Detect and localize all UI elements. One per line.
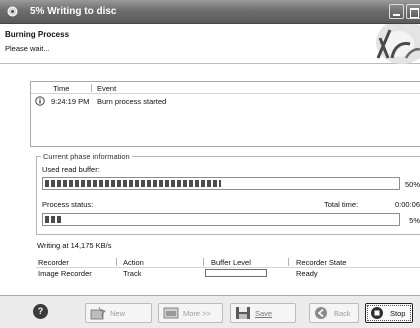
save-label: Save bbox=[255, 309, 273, 318]
process-status-bar bbox=[42, 213, 400, 226]
more-button[interactable]: More >> bbox=[158, 303, 223, 323]
wizard-header: Burning Process Please wait... bbox=[0, 24, 420, 64]
process-status-fill bbox=[45, 216, 63, 223]
column-recorder[interactable]: Recorder bbox=[38, 258, 69, 267]
title-bar[interactable]: 5% Writing to disc bbox=[0, 0, 420, 24]
phase-legend: Current phase information bbox=[41, 152, 132, 161]
new-label: New bbox=[110, 309, 126, 318]
bottom-toolbar: ? New More >> Save Back Stop bbox=[0, 295, 420, 328]
app-icon bbox=[7, 6, 18, 17]
column-divider bbox=[91, 84, 92, 92]
column-time[interactable]: Time bbox=[53, 84, 69, 93]
back-label: Back bbox=[334, 309, 351, 318]
back-arrow-icon bbox=[315, 307, 327, 319]
back-button[interactable]: Back bbox=[309, 303, 359, 323]
log-event: Burn process started bbox=[97, 97, 167, 106]
info-icon bbox=[35, 96, 45, 106]
new-compilation-icon bbox=[90, 306, 106, 320]
page-subtitle: Please wait... bbox=[5, 44, 50, 53]
read-buffer-fill bbox=[45, 180, 221, 187]
maximize-button[interactable] bbox=[406, 4, 420, 19]
column-event[interactable]: Event bbox=[97, 84, 116, 93]
page-title: Burning Process bbox=[5, 30, 70, 39]
minimize-button[interactable] bbox=[389, 4, 404, 19]
total-time-value: 0:00:06 bbox=[394, 200, 420, 209]
save-button[interactable]: Save bbox=[230, 303, 296, 323]
read-buffer-bar bbox=[42, 177, 400, 190]
recorder-table: Recorder Action Buffer Level Recorder St… bbox=[36, 258, 420, 280]
new-button[interactable]: New bbox=[85, 303, 152, 323]
recorder-name: Image Recorder bbox=[38, 269, 92, 278]
stop-button[interactable]: Stop bbox=[365, 303, 413, 323]
save-icon bbox=[236, 307, 250, 319]
recorder-state: Ready bbox=[296, 269, 318, 278]
window-title: 5% Writing to disc bbox=[30, 6, 117, 17]
buffer-level-bar bbox=[205, 269, 267, 277]
read-buffer-label: Used read buffer: bbox=[42, 165, 100, 174]
more-label: More >> bbox=[183, 309, 211, 318]
process-status-label: Process status: bbox=[42, 200, 94, 209]
stop-icon bbox=[371, 307, 383, 319]
write-speed: Writing at 14,175 KB/s bbox=[37, 241, 112, 250]
event-log[interactable]: Time Event 9:24:19 PM Burn process start… bbox=[30, 81, 420, 147]
more-options-icon bbox=[163, 307, 179, 319]
main-content: Time Event 9:24:19 PM Burn process start… bbox=[0, 65, 420, 295]
current-phase-group: Current phase information Used read buff… bbox=[36, 152, 420, 235]
recorder-action: Track bbox=[123, 269, 142, 278]
column-divider bbox=[203, 258, 204, 266]
event-log-header: Time Event bbox=[31, 82, 420, 94]
column-action[interactable]: Action bbox=[123, 258, 144, 267]
table-divider bbox=[36, 267, 420, 268]
column-divider bbox=[288, 258, 289, 266]
list-item[interactable]: 9:24:19 PM Burn process started bbox=[31, 96, 420, 108]
stop-label: Stop bbox=[390, 309, 406, 318]
total-time-label: Total time: bbox=[324, 200, 359, 209]
help-button[interactable]: ? bbox=[33, 304, 48, 319]
column-buffer-level[interactable]: Buffer Level bbox=[211, 258, 251, 267]
nero-logo-icon bbox=[376, 24, 420, 64]
column-divider bbox=[116, 258, 117, 266]
read-buffer-percent: 50% bbox=[404, 180, 420, 189]
process-percent: 5% bbox=[409, 216, 420, 225]
log-time: 9:24:19 PM bbox=[51, 97, 90, 106]
column-recorder-state[interactable]: Recorder State bbox=[296, 258, 346, 267]
